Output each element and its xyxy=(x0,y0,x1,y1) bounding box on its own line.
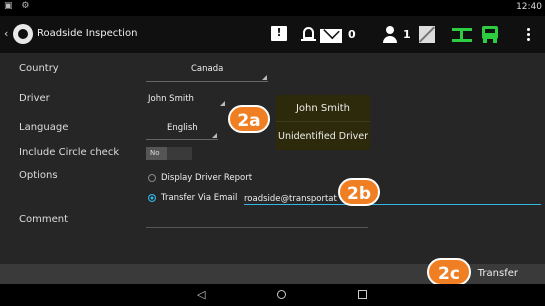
country-underline xyxy=(146,81,268,82)
truck-icon[interactable] xyxy=(482,26,498,44)
transfer-email-radio[interactable] xyxy=(148,194,156,202)
status-time: 12:40 xyxy=(516,2,542,12)
mail-count: 0 xyxy=(348,28,356,41)
country-dropdown-icon[interactable] xyxy=(262,75,267,80)
circle-check-label: Include Circle check xyxy=(19,147,120,158)
transfer-email-label[interactable]: Transfer Via Email xyxy=(161,193,237,203)
more-icon[interactable] xyxy=(527,26,531,44)
comment-field[interactable] xyxy=(146,227,368,228)
language-label: Language xyxy=(19,122,69,133)
annotation-badge-2c: 2c xyxy=(427,258,471,286)
circle-check-toggle[interactable]: No xyxy=(146,147,192,160)
nav-back-icon[interactable]: ◁ xyxy=(197,288,205,301)
form-content: Country Canada Driver John Smith Languag… xyxy=(0,53,545,264)
document-icon[interactable] xyxy=(419,26,435,43)
driver-option-unidentified[interactable]: Unidentified Driver xyxy=(276,123,370,150)
alert-icon[interactable]: ! xyxy=(271,26,287,41)
nav-recent-apps-icon[interactable] xyxy=(358,290,367,299)
bell-icon[interactable] xyxy=(301,26,316,44)
language-dropdown-icon[interactable] xyxy=(212,133,217,138)
back-icon[interactable]: ‹ xyxy=(4,27,8,40)
mail-icon[interactable] xyxy=(320,29,342,43)
driver-dropdown-icon[interactable] xyxy=(220,101,225,106)
user-count: 1 xyxy=(403,28,411,41)
nav-home-icon[interactable] xyxy=(277,290,286,299)
display-report-label[interactable]: Display Driver Report xyxy=(161,173,252,183)
page-title: Roadside Inspection xyxy=(37,28,138,39)
language-underline xyxy=(146,139,218,140)
system-nav-bar: ◁ xyxy=(0,284,545,306)
status-icons: ▣ ⚙ xyxy=(4,1,33,11)
options-label: Options xyxy=(19,170,58,181)
toggle-state: No xyxy=(146,147,167,160)
gps-icon[interactable] xyxy=(452,26,472,44)
annotation-badge-2a: 2a xyxy=(228,105,270,133)
display-report-radio[interactable] xyxy=(148,174,156,182)
person-icon[interactable] xyxy=(382,26,397,44)
driver-dropdown-menu: John Smith Unidentified Driver xyxy=(276,95,370,150)
annotation-badge-2b: 2b xyxy=(338,178,380,206)
driver-select[interactable]: John Smith xyxy=(148,94,194,104)
country-select[interactable]: Canada xyxy=(191,64,223,74)
language-select[interactable]: English xyxy=(167,123,198,133)
country-label: Country xyxy=(19,63,59,74)
driver-option-john-smith[interactable]: John Smith xyxy=(276,95,370,122)
app-bar: ‹ Roadside Inspection ! 0 1 xyxy=(0,16,545,53)
email-field-underline xyxy=(244,204,541,205)
comment-label: Comment xyxy=(19,214,68,225)
app-logo-icon[interactable] xyxy=(13,24,33,44)
status-bar: ▣ ⚙ 12:40 xyxy=(0,0,545,16)
driver-label: Driver xyxy=(19,93,50,104)
